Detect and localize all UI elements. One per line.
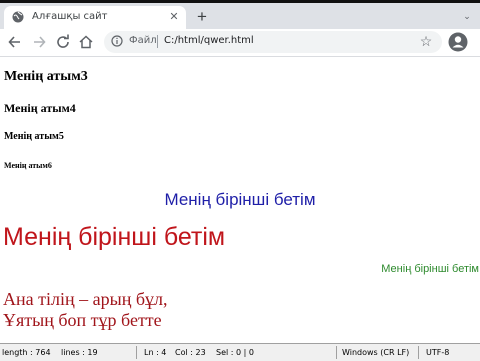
centered-paragraph: Менің бірінші бетім	[164, 190, 316, 209]
address-bar[interactable]: Файл C:/html/qwer.html ☆	[104, 31, 442, 53]
browser-tab[interactable]: Алғашқы сайт ✕	[4, 6, 186, 29]
star-icon[interactable]: ☆	[418, 33, 434, 49]
poem-line-1: Ана тілің – арың бұл,	[3, 289, 168, 309]
status-length: length : 764	[2, 348, 51, 357]
right-aligned-paragraph: Менің бірінші бетім	[381, 263, 479, 275]
browser-toolbar: Файл C:/html/qwer.html ☆	[0, 29, 480, 57]
scheme-label: Файл	[129, 35, 157, 46]
status-divider	[136, 346, 137, 359]
close-tab-icon[interactable]: ✕	[167, 10, 181, 24]
status-divider	[418, 346, 419, 359]
address-separator	[157, 35, 158, 48]
globe-icon	[12, 11, 24, 23]
heading-5: Менің атым5	[4, 131, 64, 142]
heading-3: Менің атым3	[4, 69, 88, 84]
heading-6: Менің атым6	[4, 161, 52, 170]
status-lines: lines : 19	[61, 348, 98, 357]
arrow-right-icon[interactable]	[30, 33, 48, 51]
tab-search-icon[interactable]: ⌄	[460, 9, 474, 23]
poem: Ана тілің – арың бұл, Ұятың боп тұр бетт…	[3, 289, 167, 331]
arrow-left-icon[interactable]	[6, 33, 24, 51]
large-paragraph: Менің бірінші бетім	[3, 223, 226, 251]
url-text[interactable]: C:/html/qwer.html	[164, 35, 254, 46]
editor-status-bar: length : 764 lines : 19 Ln : 4 Col : 23 …	[0, 343, 480, 361]
home-icon[interactable]	[77, 33, 95, 51]
tab-strip: Алғашқы сайт ✕ + ⌄	[0, 3, 480, 29]
status-line-number: Ln : 4	[144, 348, 167, 357]
page-content: Менің атым3 Менің атым4 Менің атым5 Мені…	[0, 57, 480, 343]
status-eol: Windows (CR LF)	[342, 348, 410, 357]
tab-title: Алғашқы сайт	[32, 11, 108, 22]
status-selection: Sel : 0 | 0	[216, 348, 254, 357]
poem-line-2: Ұятың боп тұр бетте	[3, 310, 162, 330]
heading-4: Менің атым4	[4, 101, 76, 115]
info-icon[interactable]	[111, 35, 123, 47]
profile-icon[interactable]	[448, 32, 468, 52]
reload-icon[interactable]	[54, 33, 72, 51]
status-encoding: UTF-8	[426, 348, 450, 357]
status-divider	[336, 346, 337, 359]
new-tab-button[interactable]: +	[193, 8, 211, 26]
status-column: Col : 23	[175, 348, 206, 357]
